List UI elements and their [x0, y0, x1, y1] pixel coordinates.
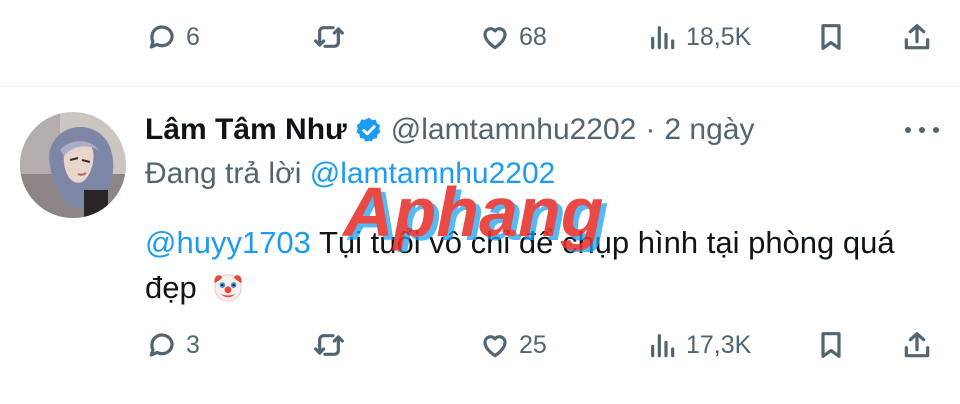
share-icon [904, 24, 930, 50]
retweet-button[interactable] [313, 325, 345, 365]
share-icon [904, 332, 930, 358]
views-button[interactable]: 18,5K [646, 17, 751, 57]
watermark-text: Aphang [341, 173, 604, 251]
clown-face-icon [214, 274, 243, 302]
reply-icon [149, 333, 174, 357]
like-button[interactable]: 25 [479, 325, 547, 365]
share-button[interactable] [901, 17, 933, 57]
author-avatar[interactable] [20, 112, 126, 218]
more-dot-icon [933, 127, 939, 133]
reply-button[interactable]: 6 [146, 17, 200, 57]
analytics-icon [651, 26, 675, 50]
retweet-icon [314, 26, 344, 48]
like-count: 68 [519, 22, 547, 51]
author-handle[interactable]: @lamtamnhu2202 [391, 113, 637, 147]
top-action-bar: 6 68 18,5K [0, 17, 960, 57]
views-count: 17,3K [686, 330, 752, 359]
tweet-divider [0, 86, 960, 87]
tweet-action-bar: 3 25 17,3K [0, 325, 960, 365]
views-count: 18,5K [686, 22, 752, 51]
bookmark-icon [821, 332, 841, 358]
reply-count: 3 [186, 330, 200, 359]
replying-prefix: Đang trả lời [145, 157, 302, 190]
bookmark-button[interactable] [815, 325, 847, 365]
reply-button[interactable]: 3 [146, 325, 200, 365]
header-separator: · [645, 113, 656, 146]
bookmark-icon [821, 24, 841, 50]
mention-link[interactable]: @huyy1703 [145, 225, 311, 260]
heart-icon [483, 335, 507, 358]
more-dot-icon [905, 127, 911, 133]
like-count: 25 [519, 330, 547, 359]
retweet-button[interactable] [313, 17, 345, 57]
share-button[interactable] [901, 325, 933, 365]
author-name[interactable]: Lâm Tâm Như [145, 113, 347, 147]
reply-icon [149, 25, 174, 49]
tweet-timestamp[interactable]: 2 ngày [664, 113, 754, 147]
tweet-header: Lâm Tâm Như @lamtamnhu2202 · 2 ngày [145, 107, 754, 153]
more-dot-icon [919, 127, 925, 133]
more-options-button[interactable] [905, 120, 939, 140]
watermark-logo: Aphang Aphang [341, 173, 609, 252]
bookmark-button[interactable] [815, 17, 847, 57]
analytics-icon [651, 334, 675, 358]
reply-count: 6 [186, 22, 200, 51]
heart-icon [483, 27, 507, 50]
avatar-image [20, 112, 126, 218]
like-button[interactable]: 68 [479, 17, 547, 57]
retweet-icon [314, 334, 344, 356]
verified-badge-icon [356, 117, 381, 142]
views-button[interactable]: 17,3K [646, 325, 751, 365]
